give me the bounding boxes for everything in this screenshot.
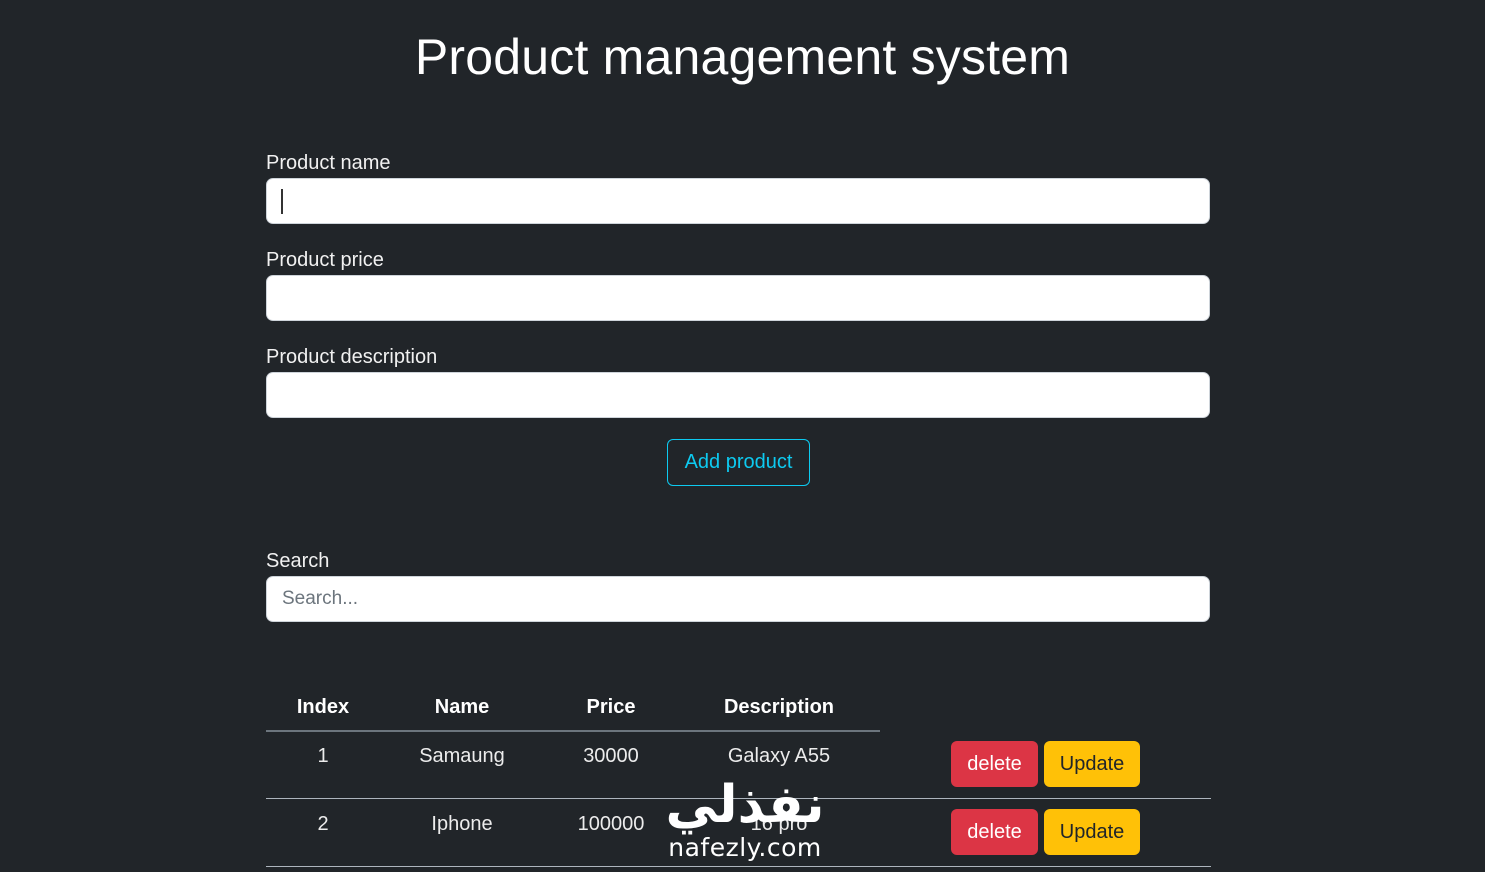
page-title: Product management system [414,29,1071,85]
table-row: 1 Samaung 30000 Galaxy A55 delete Update [266,731,1211,799]
table-row: 2 Iphone 100000 16 pro delete Update [266,799,1211,867]
delete-button[interactable]: delete [951,809,1038,855]
cell-name: Samaung [419,745,505,767]
text-caret [281,189,283,214]
search-label: Search [266,550,330,572]
product-description-input[interactable] [266,372,1210,418]
product-description-label: Product description [266,346,438,368]
cell-index: 2 [317,813,329,835]
search-input[interactable] [266,576,1210,622]
delete-button[interactable]: delete [951,741,1038,787]
update-button[interactable]: Update [1044,741,1140,787]
cell-price: 30000 [583,745,639,767]
product-price-input[interactable] [266,275,1210,321]
header-price: Price [586,696,636,718]
header-name: Name [434,696,490,718]
cell-description: Galaxy A55 [727,745,831,767]
update-button[interactable]: Update [1044,809,1140,855]
cell-price: 100000 [577,813,645,835]
cell-index: 1 [317,745,329,767]
cell-description: 16 pro [750,813,808,835]
header-description: Description [723,696,835,718]
add-product-button[interactable]: Add product [667,439,810,486]
cell-name: Iphone [431,813,493,835]
product-name-input[interactable] [266,178,1210,224]
product-name-label: Product name [266,152,391,174]
table-header: Index Name Price Description [266,690,880,732]
header-index: Index [296,696,350,718]
product-price-label: Product price [266,249,384,271]
